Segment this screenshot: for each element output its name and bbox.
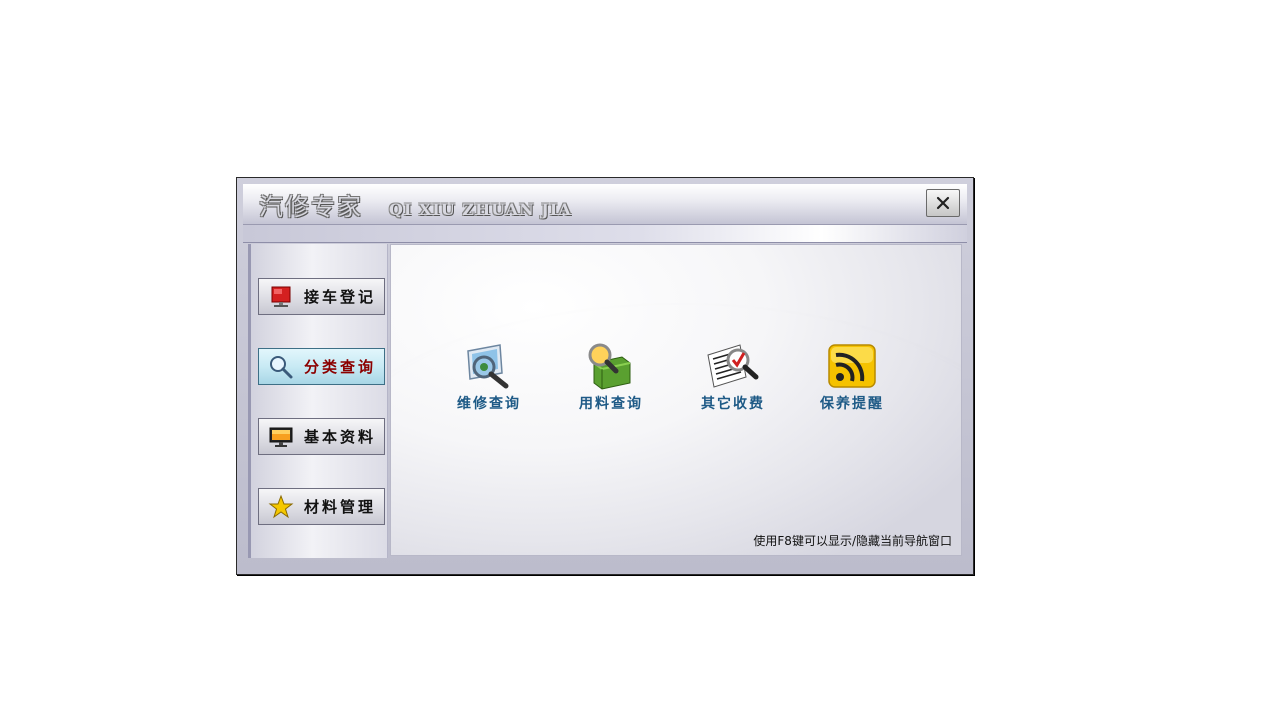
f8-hint-text: 使用F8键可以显示/隐藏当前导航窗口 [753,534,952,548]
shortcut-repair-query[interactable]: 维修查询 [439,341,539,413]
star-icon [268,494,294,518]
window-subtitle: QI XIU ZHUAN JIA [389,200,572,219]
title-bar[interactable]: 汽修专家 QI XIU ZHUAN JIA [243,184,967,225]
close-button[interactable] [926,189,960,217]
sidebar-item-label: 接车登记 [304,288,377,306]
shortcut-label: 用料查询 [579,396,643,412]
sidebar-item-label: 分类查询 [304,358,377,376]
sidebar-item-category-query[interactable]: 分类查询 [258,348,385,385]
monitor-icon [269,427,293,447]
sidebar-item-reception[interactable]: 接车登记 [258,278,385,315]
sidebar-item-label: 材料管理 [304,498,377,516]
shortcut-label: 其它收费 [701,396,765,412]
sidebar-item-basic-data[interactable]: 基本资料 [258,418,385,455]
shortcut-maintenance-reminder[interactable]: 保养提醒 [802,341,902,413]
navigation-window: 汽修专家 QI XIU ZHUAN JIA 接车登记 分类查询 基本资料 材料管… [236,177,974,575]
magnifier-icon [270,355,293,378]
main-panel: 维修查询 用料查询 其它收费 保养提醒 使用F8键可以显示/隐藏当前导航窗口 [390,244,962,556]
repair-search-icon [467,344,509,389]
title-strip [243,225,967,243]
sidebar: 接车登记 分类查询 基本资料 材料管理 [248,244,388,558]
shortcut-material-query[interactable]: 用料查询 [561,341,661,413]
sidebar-item-materials[interactable]: 材料管理 [258,488,385,525]
shortcut-label: 保养提醒 [820,396,884,412]
document-search-icon [707,344,759,388]
window-title: 汽修专家 [259,193,363,221]
red-screen-icon [271,286,291,307]
shortcut-label: 维修查询 [457,396,521,412]
close-icon [936,196,950,210]
sidebar-item-label: 基本资料 [304,428,377,446]
shortcut-other-charges[interactable]: 其它收费 [683,341,783,413]
material-search-icon [588,343,631,390]
rss-icon [828,344,876,388]
